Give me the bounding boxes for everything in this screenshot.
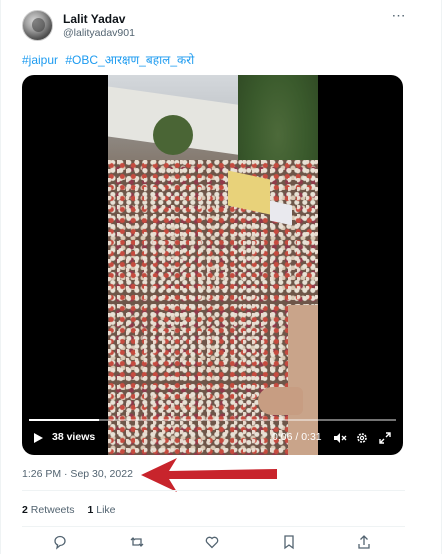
tweet-text: #jaipur #OBC_आरक्षण_बहाल_करो xyxy=(22,51,198,68)
volume-muted-icon[interactable] xyxy=(333,432,347,444)
gear-icon[interactable] xyxy=(356,432,368,444)
tweet-card: Lalit Yadav @lalityadav901 ⋯ #jaipur #OB… xyxy=(0,0,442,554)
play-icon[interactable] xyxy=(32,432,44,444)
view-count: 38 views xyxy=(52,431,96,443)
video-player[interactable]: 38 views 0:06 / 0:31 xyxy=(22,75,403,455)
hashtag-jaipur[interactable]: #jaipur xyxy=(22,53,58,67)
avatar[interactable] xyxy=(22,10,53,41)
more-icon[interactable]: ⋯ xyxy=(389,8,407,24)
annotation-arrow xyxy=(141,458,277,492)
divider xyxy=(22,490,405,491)
like-icon[interactable] xyxy=(204,534,220,550)
tweet-stats: 2 Retweets 1 Like xyxy=(22,504,126,516)
tweet-timestamp[interactable]: 1:26 PM · Sep 30, 2022 xyxy=(22,468,133,480)
display-name[interactable]: Lalit Yadav xyxy=(63,12,125,26)
video-frame xyxy=(108,75,318,455)
video-time: 0:06 / 0:31 xyxy=(272,431,322,443)
action-bar xyxy=(1,532,442,554)
likes-stat[interactable]: 1 Like xyxy=(87,504,115,516)
divider xyxy=(22,526,405,527)
retweet-icon[interactable] xyxy=(129,534,145,550)
bookmark-icon[interactable] xyxy=(281,534,297,550)
expand-icon[interactable] xyxy=(379,432,391,444)
share-icon[interactable] xyxy=(356,534,372,550)
video-progress-bar[interactable] xyxy=(29,419,396,421)
retweets-stat[interactable]: 2 Retweets xyxy=(22,504,75,516)
hashtag-obc[interactable]: #OBC_आरक्षण_बहाल_करो xyxy=(65,53,194,67)
reply-icon[interactable] xyxy=(52,534,68,550)
video-progress-fill xyxy=(29,419,99,421)
user-handle[interactable]: @lalityadav901 xyxy=(63,27,135,39)
